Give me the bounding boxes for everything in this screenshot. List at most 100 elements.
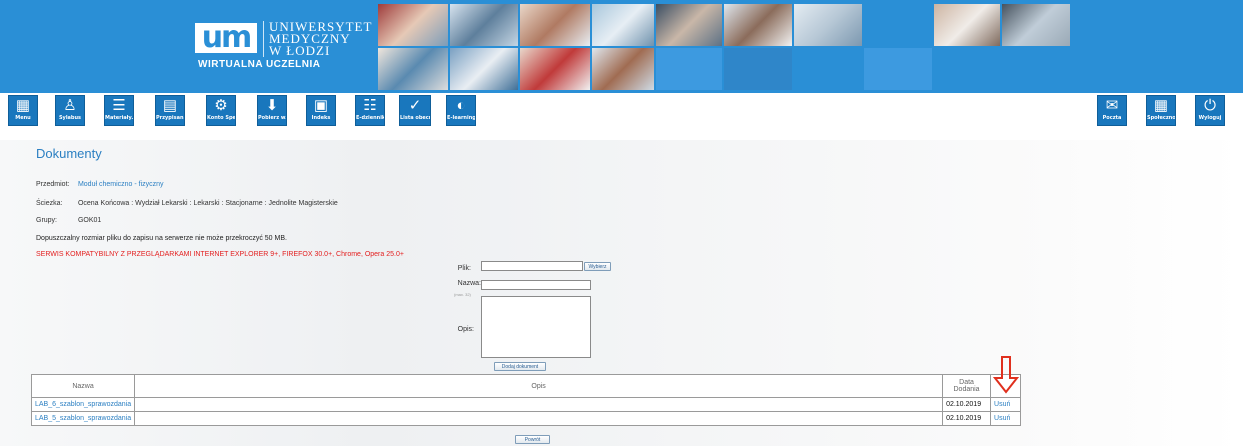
materialy-button[interactable]: ☰ Materiały... bbox=[104, 95, 134, 126]
collage-photo bbox=[864, 48, 932, 90]
name-label: Nazwa: bbox=[457, 280, 481, 287]
column-header-date: Data Dodania bbox=[942, 374, 992, 398]
toolbar-label: E-learning bbox=[447, 115, 475, 121]
header-photo-collage bbox=[378, 4, 1073, 90]
lista-obecnosci-button[interactable]: ✓ Lista obecności bbox=[399, 95, 431, 126]
grid-icon: ▦ bbox=[1153, 97, 1169, 114]
collage-photo bbox=[592, 48, 654, 90]
wyloguj-button[interactable]: ⏻ Wyloguj bbox=[1195, 95, 1225, 126]
document-date: 02.10.2019 bbox=[942, 411, 992, 426]
annotation-arrow-icon bbox=[993, 356, 1019, 394]
e-dziennik-button[interactable]: ☷ E-dziennik bbox=[355, 95, 385, 126]
attendance-icon: ✓ bbox=[408, 97, 422, 114]
collage-photo bbox=[934, 4, 1000, 46]
university-logo[interactable]: um UNIWERSYTET MEDYCZNY W ŁODZI WIRTUALN… bbox=[195, 15, 375, 81]
spolecznosc-button[interactable]: ▦ Społeczność bbox=[1146, 95, 1176, 126]
toolbar-label: Lista obecności bbox=[400, 115, 430, 121]
toolbar-label: E-dziennik bbox=[356, 115, 384, 121]
przypisania-button[interactable]: ▤ Przypisan... bbox=[155, 95, 185, 126]
subject-row: Przedmiot: Moduł chemiczno - fizyczny bbox=[36, 181, 164, 188]
pobierz-wniosek-button[interactable]: ⬇ Pobierz w... bbox=[257, 95, 287, 126]
platform-name: WIRTUALNA UCZELNIA bbox=[198, 59, 321, 70]
grid-icon: ▦ bbox=[15, 97, 31, 114]
toolbar-label: Przypisan... bbox=[156, 115, 184, 121]
logo-line-3: W ŁODZI bbox=[269, 43, 331, 58]
mail-icon: ✉ bbox=[1105, 97, 1119, 114]
journal-icon: ☷ bbox=[363, 97, 377, 114]
indeks-button[interactable]: ▣ Indeks bbox=[306, 95, 336, 126]
e-learning-button[interactable]: ◐ E-learning bbox=[446, 95, 476, 126]
subject-link[interactable]: Moduł chemiczno - fizyczny bbox=[78, 181, 164, 188]
toolbar-label: Indeks bbox=[311, 115, 331, 121]
table-row: LAB_5_szablon_sprawozdania 02.10.2019 Us… bbox=[30, 411, 1021, 426]
delete-link[interactable]: Usuń bbox=[990, 411, 1021, 426]
collage-photo bbox=[1002, 4, 1070, 46]
document-description bbox=[134, 411, 944, 426]
browse-button[interactable]: Wybierz bbox=[584, 262, 611, 271]
collage-photo bbox=[656, 48, 722, 90]
collage-photo bbox=[794, 4, 862, 46]
toolbar-label: Menu bbox=[15, 115, 31, 121]
page-title: Dokumenty bbox=[36, 146, 102, 161]
calendar-icon: ▤ bbox=[162, 97, 178, 114]
date-header-line-2: Dodania bbox=[953, 386, 980, 393]
clipboard-icon: ▣ bbox=[313, 97, 329, 114]
document-name-link[interactable]: LAB_5_szablon_sprawozdania bbox=[30, 411, 136, 426]
path-row: Ściezka: Ocena Końcowa : Wydział Lekarsk… bbox=[36, 200, 338, 207]
person-doc-icon: ♙ bbox=[63, 97, 77, 114]
collage-photo bbox=[378, 48, 448, 90]
document-date: 02.10.2019 bbox=[942, 397, 992, 412]
date-header-line-1: Data bbox=[959, 379, 974, 386]
delete-link[interactable]: Usuń bbox=[990, 397, 1021, 412]
sylabus-button[interactable]: ♙ Sylabus bbox=[55, 95, 85, 126]
path-label: Ściezka: bbox=[36, 200, 63, 207]
add-document-button[interactable]: Dodaj dokument bbox=[494, 362, 546, 371]
collage-photo bbox=[520, 48, 590, 90]
elearning-icon: ◐ bbox=[456, 97, 466, 114]
file-input[interactable] bbox=[481, 261, 583, 271]
books-icon: ☰ bbox=[112, 97, 126, 114]
documents-table: Nazwa Opis Data Dodania LAB_6_szablon_spr… bbox=[30, 374, 1021, 426]
document-name-link[interactable]: LAB_6_szablon_sprawozdania bbox=[30, 397, 136, 412]
column-header-name: Nazwa bbox=[30, 374, 136, 398]
collage-photo bbox=[450, 4, 518, 46]
toolbar-label: Materiały... bbox=[105, 115, 133, 121]
file-size-note: Dopuszczalny rozmiar pliku do zapisu na … bbox=[36, 235, 287, 242]
table-row: LAB_6_szablon_sprawozdania 02.10.2019 Us… bbox=[30, 397, 1021, 412]
logo-divider bbox=[263, 21, 264, 57]
toolbar-label: Pobierz w... bbox=[258, 115, 286, 121]
collage-photo bbox=[656, 4, 722, 46]
column-header-description: Opis bbox=[134, 374, 944, 398]
menu-button[interactable]: ▦ Menu bbox=[8, 95, 38, 126]
documents-panel: Dokumenty Przedmiot: Moduł chemiczno - f… bbox=[0, 140, 1243, 446]
description-label: Opis: bbox=[457, 326, 474, 333]
collage-photo bbox=[378, 4, 448, 46]
path-value: Ocena Końcowa : Wydział Lekarski : Lekar… bbox=[77, 200, 338, 207]
user-gear-icon: ⚙ bbox=[214, 97, 228, 114]
toolbar-label: Sylabus bbox=[58, 115, 82, 121]
groups-row: Grupy: GOK01 bbox=[36, 217, 101, 224]
name-input[interactable] bbox=[481, 280, 591, 290]
table-header-row: Nazwa Opis Data Dodania bbox=[30, 374, 1021, 398]
logo-university-name: UNIWERSYTET MEDYCZNY W ŁODZI bbox=[269, 20, 379, 58]
collage-photo bbox=[592, 4, 654, 46]
collage-photo bbox=[724, 4, 792, 46]
file-label: Plik: bbox=[457, 265, 471, 272]
konto-specjalne-button[interactable]: ⚙ Konto Spe... bbox=[206, 95, 236, 126]
download-doc-icon: ⬇ bbox=[265, 97, 279, 114]
toolbar-label: Społeczność bbox=[1147, 115, 1175, 121]
logo-mark: um bbox=[195, 23, 257, 53]
poczta-button[interactable]: ✉ Poczta bbox=[1097, 95, 1127, 126]
toolbar-label: Poczta bbox=[1102, 115, 1122, 121]
groups-value: GOK01 bbox=[77, 217, 102, 224]
collage-photo bbox=[724, 48, 792, 90]
name-limit-hint: (max. 32) bbox=[454, 292, 471, 297]
power-icon: ⏻ bbox=[1204, 97, 1216, 114]
toolbar-label: Wyloguj bbox=[1198, 115, 1222, 121]
back-button[interactable]: Powrót bbox=[515, 435, 550, 444]
document-description bbox=[134, 397, 944, 412]
collage-photo bbox=[450, 48, 518, 90]
groups-label: Grupy: bbox=[36, 217, 58, 224]
description-textarea[interactable] bbox=[481, 296, 591, 358]
browser-compat-warning: SERWIS KOMPATYBILNY Z PRZEGLĄDARKAMI INT… bbox=[36, 251, 404, 258]
